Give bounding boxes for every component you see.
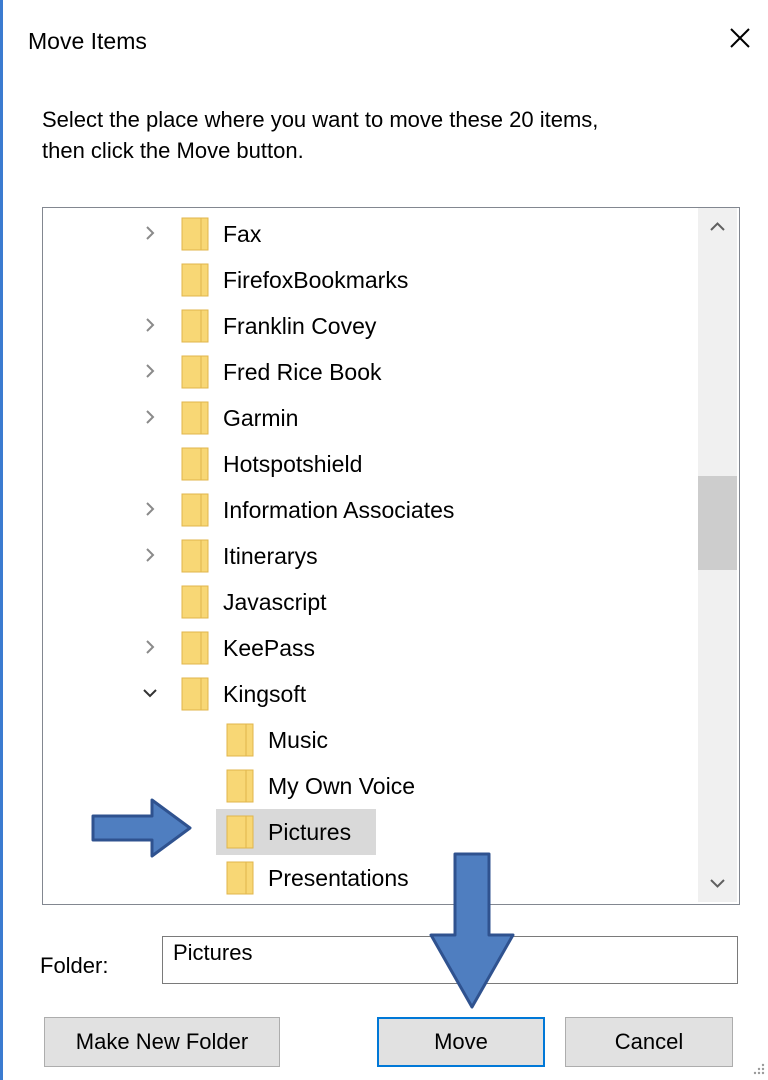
folder-icon [181, 539, 209, 573]
folder-icon [226, 723, 254, 757]
folder-icon [181, 677, 209, 711]
tree-item-label: Pictures [268, 819, 352, 845]
tree-item-fax[interactable]: Fax [43, 211, 698, 257]
tree-item-label: Hotspotshield [223, 451, 363, 477]
folder-icon [181, 447, 209, 481]
folder-icon [181, 263, 209, 297]
folder-icon [181, 585, 209, 619]
folder-icon [181, 309, 209, 343]
tree-item-keepass[interactable]: KeePass [43, 625, 698, 671]
chevron-down-icon[interactable] [139, 682, 161, 704]
tree-item-label: Presentations [268, 865, 409, 891]
tree-item-label: Itinerarys [223, 543, 318, 569]
folder-icon [181, 355, 209, 389]
folder-icon [181, 401, 209, 435]
chevron-right-icon[interactable] [139, 498, 161, 520]
tree-item-information-associates[interactable]: Information Associates [43, 487, 698, 533]
folder-tree-rows: Fax FirefoxBookmarks Franklin Covey Fred Ri… [43, 208, 698, 902]
folder-tree[interactable]: Fax FirefoxBookmarks Franklin Covey Fred Ri… [42, 207, 740, 905]
tree-item-label: Garmin [223, 405, 299, 431]
tree-item-firefoxbookmarks[interactable]: FirefoxBookmarks [43, 257, 698, 303]
tree-item-label: Fax [223, 221, 262, 247]
resize-grip-icon[interactable] [752, 1062, 766, 1076]
folder-icon [181, 631, 209, 665]
tree-item-label: Javascript [223, 589, 327, 615]
folder-icon [226, 815, 254, 849]
chevron-right-icon[interactable] [139, 406, 161, 428]
tree-item-kingsoft[interactable]: Kingsoft [43, 671, 698, 717]
chevron-right-icon[interactable] [139, 636, 161, 658]
tree-item-music[interactable]: Music [43, 717, 698, 763]
dialog-title: Move Items [28, 28, 147, 54]
chevron-right-icon[interactable] [139, 360, 161, 382]
move-button[interactable]: Move [377, 1017, 545, 1067]
folder-icon [181, 493, 209, 527]
folder-icon [181, 217, 209, 251]
chevron-right-icon[interactable] [139, 544, 161, 566]
tree-item-label: Music [268, 727, 329, 753]
tree-item-label: Fred Rice Book [223, 359, 382, 385]
tree-item-garmin[interactable]: Garmin [43, 395, 698, 441]
folder-icon [226, 769, 254, 803]
make-new-folder-button[interactable]: Make New Folder [44, 1017, 280, 1067]
folder-field-label: Folder: [40, 953, 109, 978]
tree-item-hotspotshield[interactable]: Hotspotshield [43, 441, 698, 487]
tree-item-my-own-voice[interactable]: My Own Voice [43, 763, 698, 809]
vertical-scrollbar[interactable] [698, 208, 737, 902]
scroll-up-icon[interactable] [698, 208, 737, 246]
cancel-button[interactable]: Cancel [565, 1017, 733, 1067]
folder-input[interactable] [162, 936, 738, 984]
instruction-text: Select the place where you want to move … [42, 104, 732, 166]
tree-item-label: My Own Voice [268, 773, 415, 799]
tree-item-label: Kingsoft [223, 681, 307, 707]
instruction-line-2: then click the Move button. [42, 138, 304, 163]
tree-item-label: FirefoxBookmarks [223, 267, 409, 293]
chevron-right-icon[interactable] [139, 222, 161, 244]
tree-item-fred-rice-book[interactable]: Fred Rice Book [43, 349, 698, 395]
tree-item-javascript[interactable]: Javascript [43, 579, 698, 625]
tree-item-label: Franklin Covey [223, 313, 377, 339]
scroll-thumb[interactable] [698, 476, 737, 570]
tree-item-presentations[interactable]: Presentations [43, 855, 698, 901]
close-icon[interactable] [720, 18, 760, 58]
instruction-line-1: Select the place where you want to move … [42, 107, 599, 132]
tree-item-franklin-covey[interactable]: Franklin Covey [43, 303, 698, 349]
tree-item-label: Information Associates [223, 497, 455, 523]
folder-icon [226, 861, 254, 895]
tree-item-pictures[interactable]: Pictures [43, 809, 698, 855]
scroll-down-icon[interactable] [698, 864, 737, 902]
tree-item-label: KeePass [223, 635, 316, 661]
chevron-right-icon[interactable] [139, 314, 161, 336]
tree-item-itinerarys[interactable]: Itinerarys [43, 533, 698, 579]
window-border [0, 0, 3, 1080]
